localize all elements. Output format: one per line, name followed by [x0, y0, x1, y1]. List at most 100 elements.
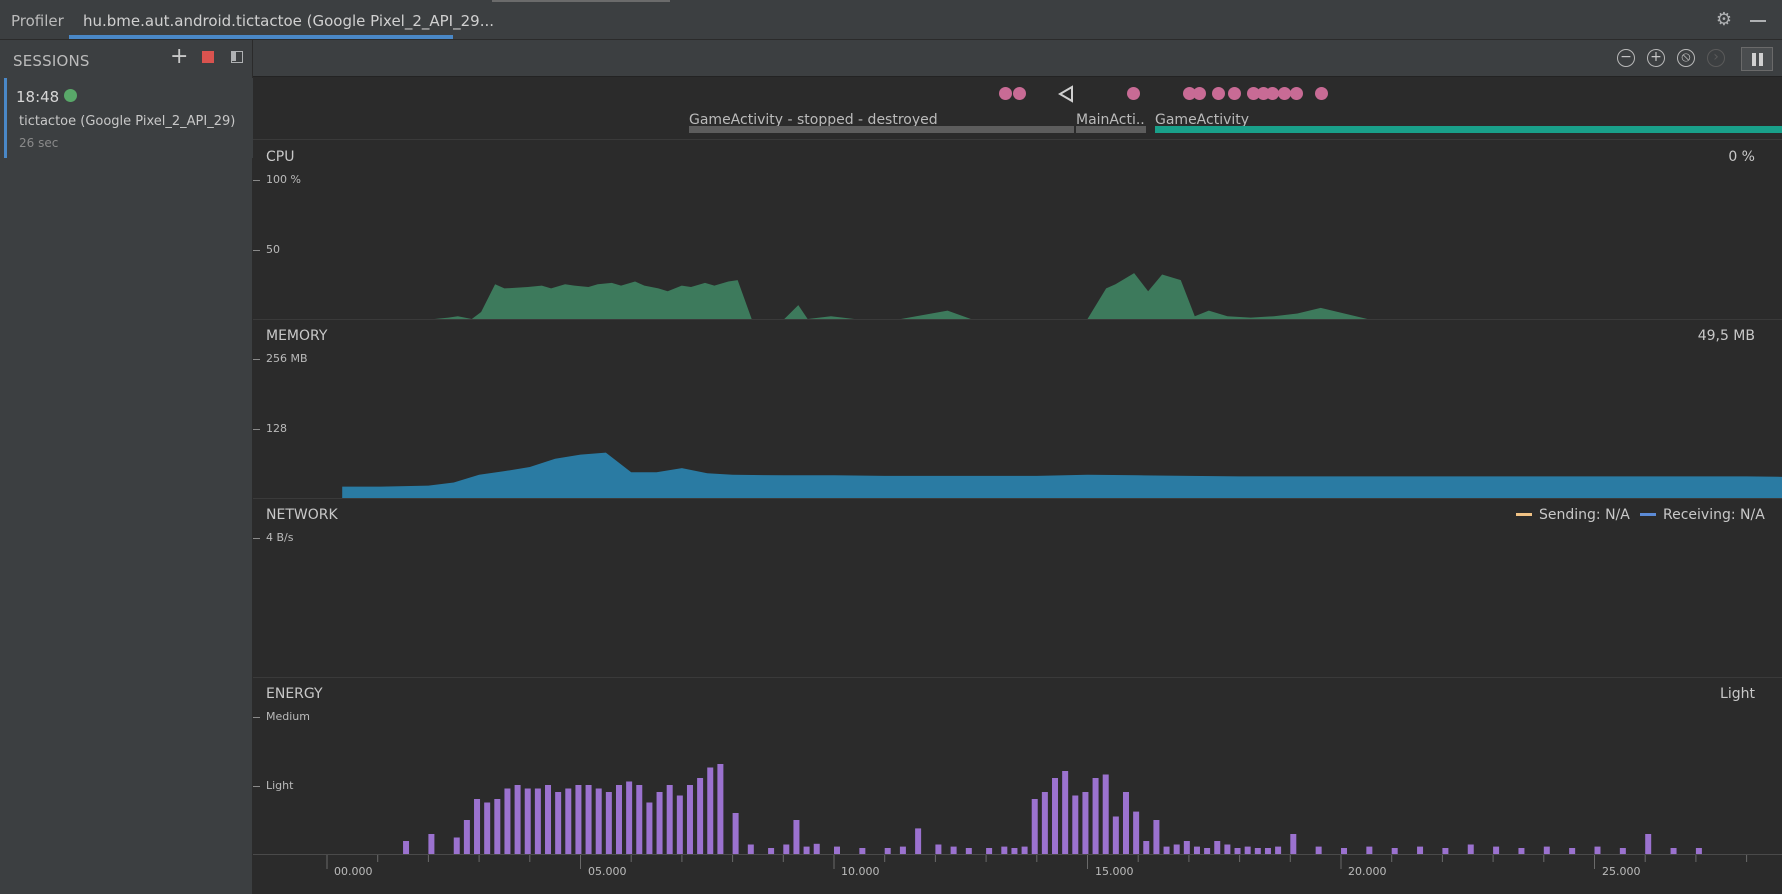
memory-area [342, 452, 1782, 498]
x-tick-label: 15.000 [1095, 865, 1134, 878]
energy-bar [1594, 846, 1601, 855]
tab-label: hu.bme.aut.android.tictactoe (Google Pix… [83, 12, 494, 30]
energy-bar [686, 785, 693, 855]
energy-bar [1153, 820, 1160, 855]
energy-bar [484, 802, 491, 855]
collapse-panel-icon[interactable] [231, 51, 243, 63]
x-tick-label: 00.000 [334, 865, 373, 878]
energy-bar [636, 785, 643, 855]
energy-bar [565, 788, 572, 855]
energy-bar [697, 778, 704, 855]
energy-bar [1062, 771, 1069, 855]
energy-bar [1417, 846, 1424, 855]
energy-bar [1082, 792, 1089, 855]
cpu-value: 0 % [1728, 149, 1755, 165]
activity-bar[interactable] [689, 126, 1074, 133]
energy-title: ENERGY [266, 686, 323, 702]
stop-session-button[interactable] [202, 51, 214, 63]
back-button-icon[interactable] [1058, 85, 1074, 103]
energy-bar [474, 799, 481, 855]
energy-bar [884, 848, 891, 855]
energy-bar [534, 788, 541, 855]
energy-bar [1122, 792, 1129, 855]
energy-bar [1001, 846, 1008, 855]
cpu-chart [327, 273, 1782, 319]
energy-bar [813, 843, 820, 855]
energy-bar [1670, 848, 1677, 855]
energy-bar [1011, 848, 1018, 855]
zoom-in-icon[interactable]: + [1647, 49, 1665, 67]
energy-bar [768, 848, 775, 855]
x-tick-label: 05.000 [588, 865, 627, 878]
network-monitor[interactable] [253, 499, 1782, 677]
energy-bar [965, 848, 972, 855]
y-tick-mark [253, 538, 260, 539]
energy-bar [595, 788, 602, 855]
energy-bar [899, 846, 906, 855]
energy-bar [717, 764, 724, 855]
energy-bar [986, 848, 993, 855]
profiler-tab[interactable]: Profiler [11, 12, 64, 30]
energy-bar [453, 837, 460, 855]
sessions-title: SESSIONS [13, 52, 90, 70]
activity-bar[interactable] [1076, 126, 1146, 133]
energy-bar [403, 841, 410, 855]
timeline-toolbar [253, 40, 1782, 77]
energy-bar [585, 785, 592, 855]
energy-value: Light [1720, 686, 1755, 702]
jump-to-live-icon[interactable]: › [1707, 49, 1725, 67]
top-bar: Profiler hu.bme.aut.android.tictactoe (G… [0, 0, 1782, 40]
tab-active-session[interactable]: hu.bme.aut.android.tictactoe (Google Pix… [69, 0, 494, 39]
energy-bar [950, 846, 957, 855]
pause-button[interactable] [1741, 47, 1773, 71]
energy-bar [1391, 848, 1398, 855]
reset-zoom-icon[interactable]: ⦸ [1677, 49, 1695, 67]
x-tick-label: 10.000 [841, 865, 880, 878]
energy-bar [1072, 795, 1079, 855]
cpu-title: CPU [266, 149, 295, 165]
legend-sending-swatch [1516, 513, 1532, 516]
energy-bar [1143, 841, 1150, 855]
energy-bar [545, 785, 552, 855]
energy-bar [1254, 848, 1261, 855]
energy-bar [935, 844, 942, 855]
energy-chart [253, 764, 1782, 855]
time-axis-ticks [326, 855, 1748, 869]
touch-event-dot[interactable] [1315, 87, 1328, 100]
energy-bar [1341, 848, 1347, 855]
add-session-button[interactable]: + [170, 46, 188, 68]
energy-bar [1102, 774, 1109, 855]
touch-event-dot[interactable] [1228, 87, 1241, 100]
touch-event-dot[interactable] [1127, 87, 1140, 100]
network-title: NETWORK [266, 507, 338, 523]
energy-bar [1021, 846, 1028, 855]
energy-bar [747, 844, 754, 855]
minimize-icon[interactable] [1750, 20, 1766, 22]
zoom-out-icon[interactable]: − [1617, 49, 1635, 67]
activity-bar-active[interactable] [1155, 126, 1782, 133]
memory-title: MEMORY [266, 328, 328, 344]
memory-chart [342, 452, 1782, 498]
touch-event-dot[interactable] [1013, 87, 1026, 100]
touch-event-dot[interactable] [999, 87, 1012, 100]
energy-bar [504, 788, 511, 855]
energy-bar [834, 846, 840, 855]
energy-bar [676, 795, 683, 855]
energy-bar [463, 820, 470, 855]
energy-bar [732, 813, 739, 855]
energy-bar [803, 846, 810, 855]
energy-bar [1442, 848, 1449, 855]
touch-event-dot[interactable] [1193, 87, 1206, 100]
energy-bar [494, 799, 501, 855]
energy-bar [1518, 848, 1525, 855]
energy-bar [1234, 848, 1241, 855]
energy-bar [1052, 778, 1059, 855]
network-tick-4: 4 B/s [266, 531, 294, 544]
energy-bar [1224, 844, 1231, 855]
energy-bar [1193, 846, 1200, 855]
touch-event-dot[interactable] [1212, 87, 1225, 100]
energy-bar [915, 828, 922, 855]
gear-icon[interactable]: ⚙ [1715, 11, 1733, 29]
touch-event-dot[interactable] [1290, 87, 1303, 100]
energy-bar [605, 792, 612, 855]
